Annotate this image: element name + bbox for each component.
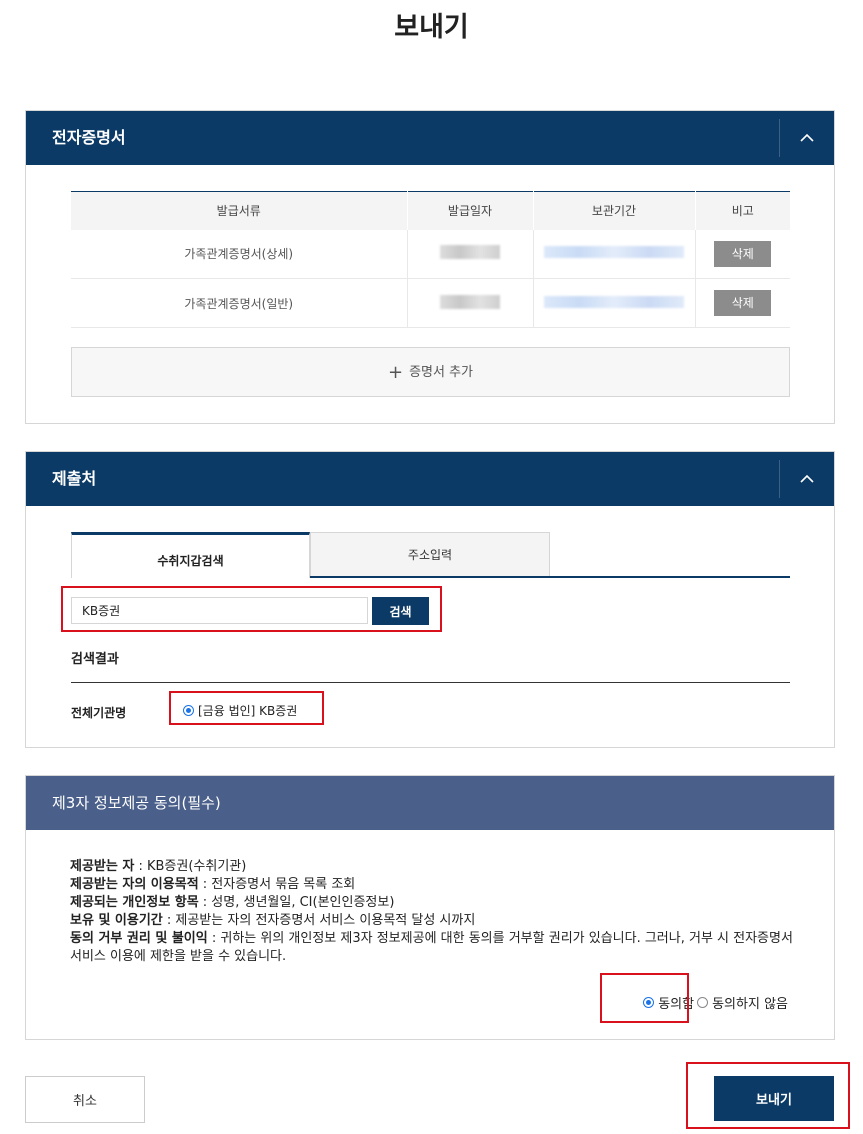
tab-wallet-search[interactable]: 수취지갑검색 [71, 532, 310, 578]
certificates-header[interactable]: 전자증명서 [26, 111, 834, 165]
consent-title: 제3자 정보제공 동의(필수) [52, 794, 221, 812]
chevron-up-icon [800, 133, 814, 142]
cancel-button[interactable]: 취소 [25, 1076, 145, 1123]
redacted-date [440, 294, 500, 309]
column-header: 비고 [695, 191, 790, 230]
redacted-date [440, 245, 500, 260]
certificate-table: 발급서류 발급일자 보관기간 비고 가족관계증명서(상세) 삭제 가족관계증명서… [71, 191, 790, 328]
radio-selected-icon[interactable] [183, 705, 194, 716]
chevron-up-icon [800, 474, 814, 483]
delete-button[interactable]: 삭제 [714, 240, 772, 267]
agree-option[interactable]: 동의함 [643, 993, 694, 1012]
consent-line: 동의 거부 권리 및 불이익 : 귀하는 위의 개인정보 제3자 정보제공에 대… [70, 931, 793, 964]
redacted-period [544, 295, 684, 308]
submission-panel: 제출처 수취지갑검색 주소입력 검색 검색결과 전체기관명 [금융 법인] KB… [25, 451, 835, 748]
results-title: 검색결과 [71, 652, 119, 667]
radio-unselected-icon[interactable] [697, 997, 709, 1008]
consent-line: 제공받는 자 : KB증권(수취기관) [70, 859, 247, 874]
org-option-label: [금융 법인] KB증권 [198, 704, 298, 718]
column-header: 발급일자 [407, 191, 534, 230]
submission-title: 제출처 [52, 469, 97, 488]
agree-label: 동의함 [658, 997, 695, 1012]
consent-options: 동의함 동의하지 않음 [643, 993, 788, 1012]
delete-button[interactable]: 삭제 [714, 290, 772, 316]
collapse-toggle[interactable] [779, 452, 834, 506]
table-row: 가족관계증명서(상세) 삭제 [71, 229, 790, 279]
plus-icon: + [387, 362, 404, 383]
page-title: 보내기 [394, 12, 469, 43]
org-label: 전체기관명 [71, 706, 127, 720]
search-button[interactable]: 검색 [372, 597, 429, 625]
search-input[interactable] [71, 597, 368, 624]
consent-header: 제3자 정보제공 동의(필수) [26, 776, 834, 830]
column-header: 보관기간 [533, 191, 696, 230]
table-row: 가족관계증명서(일반) 삭제 [71, 278, 790, 328]
certificates-panel: 전자증명서 발급서류 발급일자 보관기간 비고 가족관계증명서(상세) 삭제 가… [25, 110, 835, 424]
doc-name: 가족관계증명서(일반) [71, 278, 408, 328]
disagree-label: 동의하지 않음 [712, 997, 788, 1012]
divider [71, 682, 790, 683]
add-certificate-label: 증명서 추가 [409, 365, 474, 380]
column-header: 발급서류 [71, 191, 408, 230]
submission-header[interactable]: 제출처 [26, 452, 834, 506]
redacted-period [544, 246, 684, 259]
collapse-toggle[interactable] [779, 111, 834, 165]
consent-line: 보유 및 이용기간 : 제공받는 자의 전자증명서 서비스 이용목적 달성 시까… [70, 913, 476, 928]
doc-name: 가족관계증명서(상세) [71, 229, 408, 279]
consent-panel: 제3자 정보제공 동의(필수) 제공받는 자 : KB증권(수취기관) 제공받는… [25, 775, 835, 1040]
add-certificate-button[interactable]: + 증명서 추가 [71, 347, 790, 397]
disagree-option[interactable]: 동의하지 않음 [697, 993, 788, 1012]
certificates-title: 전자증명서 [52, 128, 126, 147]
search-tabs: 수취지갑검색 주소입력 [71, 532, 790, 578]
consent-line: 제공되는 개인정보 항목 : 성명, 생년월일, CI(본인인증정보) [70, 895, 395, 910]
consent-text: 제공받는 자 : KB증권(수취기관) 제공받는 자의 이용목적 : 전자증명서… [70, 858, 800, 966]
radio-selected-icon[interactable] [643, 997, 655, 1008]
consent-line: 제공받는 자의 이용목적 : 전자증명서 묶음 목록 조회 [70, 877, 356, 892]
send-button[interactable]: 보내기 [714, 1076, 834, 1121]
tab-address-input[interactable]: 주소입력 [310, 532, 550, 576]
org-radio-option[interactable]: [금융 법인] KB증권 [183, 702, 297, 719]
